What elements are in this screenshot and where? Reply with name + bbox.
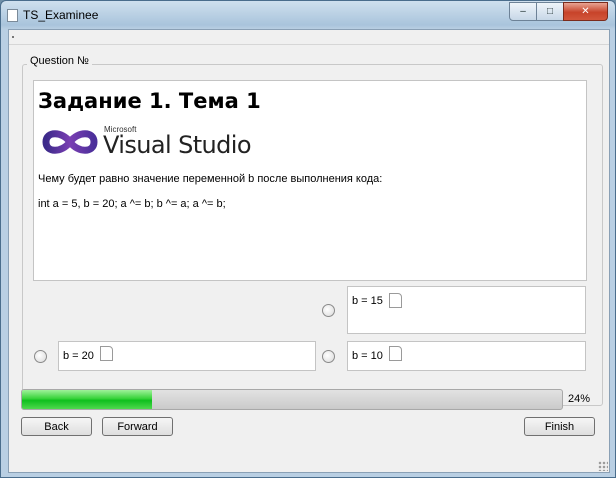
answer-box-2[interactable]: b = 20 [58, 341, 316, 371]
answer-label-2: b = 20 [63, 350, 94, 362]
minimize-button[interactable]: – [509, 2, 537, 21]
question-panel: Задание 1. Тема 1 Microsoft Visual Studi… [33, 80, 587, 281]
visual-studio-logo: Microsoft Visual Studio [38, 125, 258, 159]
resize-grip-icon[interactable] [598, 461, 608, 471]
answer-label-1: b = 15 [352, 295, 383, 307]
answer-radio-3[interactable] [322, 350, 335, 363]
progress-fill [22, 390, 152, 409]
document-icon [389, 293, 402, 308]
progress-percent: 24% [568, 393, 591, 405]
back-button[interactable]: Back [21, 417, 92, 436]
window-icon [7, 9, 18, 22]
answer-radio-2[interactable] [34, 350, 47, 363]
forward-button[interactable]: Forward [102, 417, 173, 436]
document-icon [389, 346, 402, 361]
client-area: Question № Задание 1. Тема 1 Microsoft V… [8, 29, 610, 473]
infinity-logo-icon [42, 130, 98, 154]
logo-product-text: Visual Studio [103, 131, 252, 159]
document-icon [100, 346, 113, 361]
toolbar-strip [9, 30, 609, 45]
answer-box-3[interactable]: b = 10 [347, 341, 586, 371]
title-bar[interactable]: TS_Examinee – □ ✕ [1, 1, 615, 29]
progress-bar [21, 389, 563, 410]
answer-box-1[interactable]: b = 15 [347, 286, 586, 334]
window-title: TS_Examinee [23, 8, 99, 22]
answer-radio-1[interactable] [322, 304, 335, 317]
question-code-line: int a = 5, b = 20; a ^= b; b ^= a; a ^= … [38, 198, 226, 210]
maximize-button[interactable]: □ [536, 2, 564, 21]
toolbar-grip-icon [12, 36, 14, 38]
question-text-line-1: Чему будет равно значение переменной b п… [38, 173, 383, 185]
window-controls: – □ ✕ [509, 2, 608, 21]
question-group-label: Question № [27, 55, 92, 67]
close-button[interactable]: ✕ [563, 2, 608, 21]
answer-label-3: b = 10 [352, 350, 383, 362]
app-window: TS_Examinee – □ ✕ Question № Задание 1. … [0, 0, 616, 478]
finish-button[interactable]: Finish [524, 417, 595, 436]
question-heading: Задание 1. Тема 1 [38, 89, 261, 113]
